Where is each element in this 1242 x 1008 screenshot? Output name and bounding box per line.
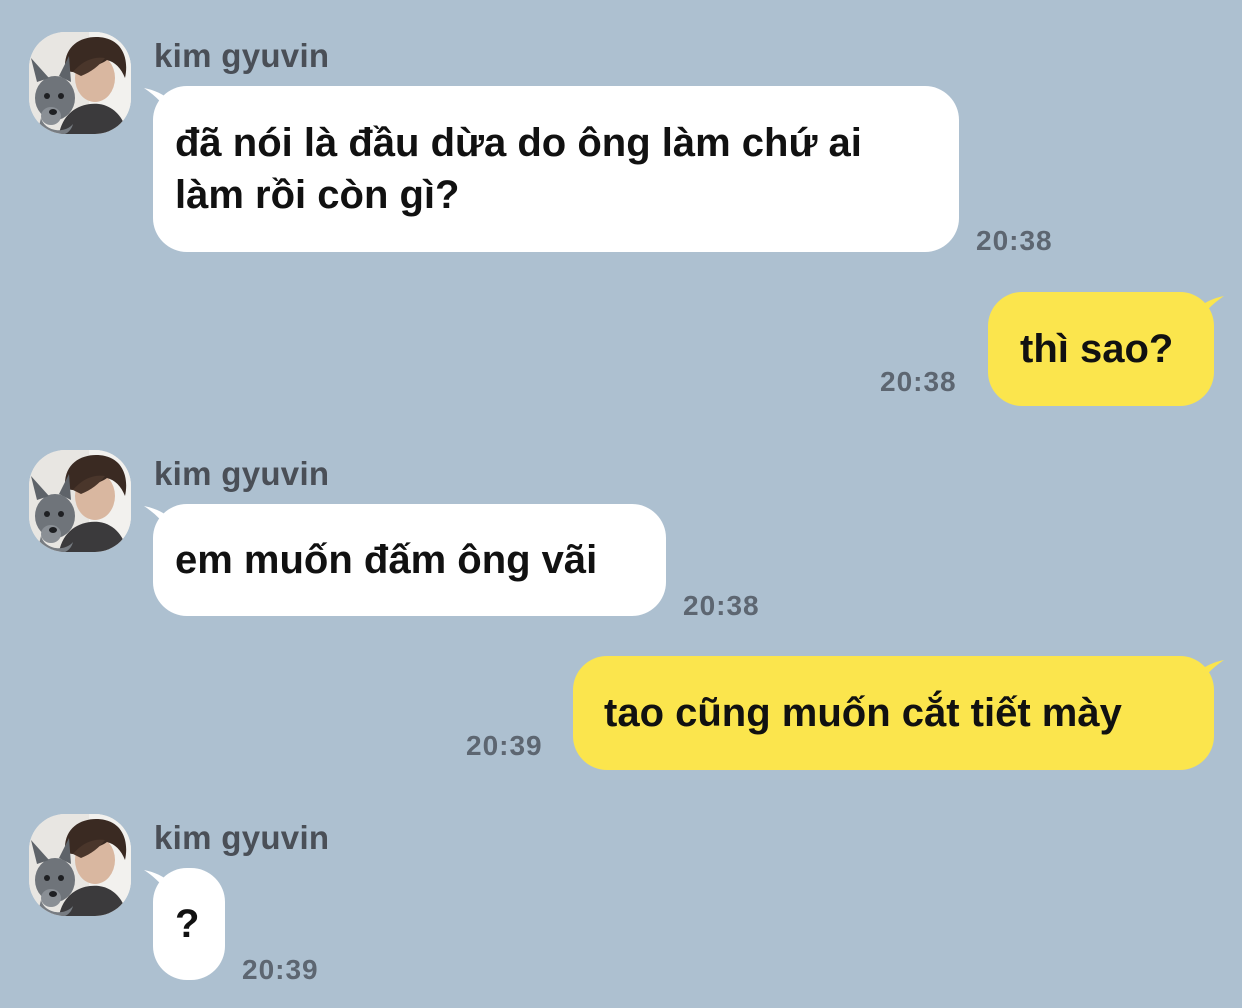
- sender-avatar[interactable]: [29, 450, 131, 552]
- message-timestamp: 20:38: [880, 366, 957, 397]
- message-timestamp: 20:38: [683, 590, 760, 621]
- sender-avatar[interactable]: [29, 814, 131, 916]
- message-timestamp: 20:39: [242, 954, 319, 985]
- outgoing-message-bubble[interactable]: thì sao?: [988, 292, 1214, 406]
- sender-avatar[interactable]: [29, 32, 131, 134]
- profile-photo-icon: [29, 32, 131, 134]
- profile-photo-icon: [29, 450, 131, 552]
- sender-name[interactable]: kim gyuvin: [154, 818, 329, 858]
- sender-name[interactable]: kim gyuvin: [154, 454, 329, 494]
- message-text-line-2: làm rồi còn gì?: [175, 173, 460, 217]
- bubble-tail: [1196, 660, 1224, 690]
- message-text-line-1: đã nói là đầu dừa do ông làm chứ ai: [175, 121, 862, 165]
- profile-photo-icon: [29, 814, 131, 916]
- chat-transcript[interactable]: kim gyuvin đã nói là đầu dừa do ông làm …: [0, 0, 1242, 1008]
- incoming-message-bubble[interactable]: em muốn đấm ông vãi: [153, 504, 666, 616]
- sender-name[interactable]: kim gyuvin: [154, 36, 329, 76]
- message-timestamp: 20:38: [976, 225, 1053, 256]
- message-text: tao cũng muốn cắt tiết mày: [604, 691, 1122, 735]
- incoming-message-bubble[interactable]: đã nói là đầu dừa do ông làm chứ ai làm …: [153, 86, 959, 252]
- message-timestamp: 20:39: [466, 730, 543, 761]
- message-text: thì sao?: [1020, 327, 1174, 371]
- outgoing-message-bubble[interactable]: tao cũng muốn cắt tiết mày: [573, 656, 1214, 770]
- incoming-message-bubble[interactable]: ?: [153, 868, 225, 980]
- message-text: em muốn đấm ông vãi: [175, 538, 598, 582]
- bubble-tail: [1196, 296, 1224, 326]
- message-text: ?: [175, 902, 200, 946]
